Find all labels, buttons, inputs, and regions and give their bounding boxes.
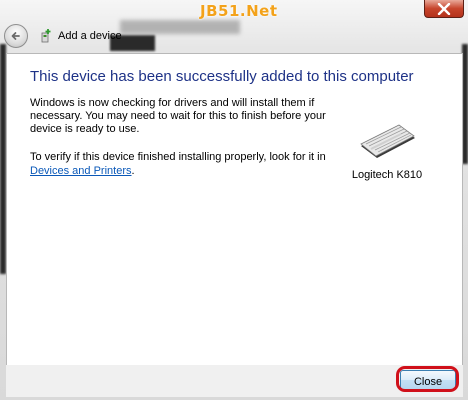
add-device-icon xyxy=(41,29,51,43)
back-arrow-icon xyxy=(11,32,20,40)
background-fragment xyxy=(120,20,240,34)
keyboard-icon xyxy=(360,124,415,158)
status-text: Windows is now checking for drivers and … xyxy=(30,97,326,135)
devices-and-printers-link[interactable]: Devices and Printers xyxy=(30,165,132,178)
window-title: Add a device xyxy=(58,30,122,42)
verify-text-suffix: . xyxy=(131,165,135,177)
dialog-footer xyxy=(6,365,463,397)
back-button[interactable] xyxy=(4,24,28,48)
page-heading: This device has been successfully added … xyxy=(30,68,414,85)
device-tile: Logitech K810 xyxy=(347,124,427,181)
verify-text: To verify if this device finished instal… xyxy=(30,151,340,178)
watermark-text: JB51.Net xyxy=(200,2,278,20)
navigation-bar: Add a device xyxy=(4,24,122,48)
verify-text-prefix: To verify if this device finished instal… xyxy=(30,151,326,163)
content-panel: This device has been successfully added … xyxy=(6,53,463,367)
close-button[interactable]: Close xyxy=(400,370,456,390)
window-close-button[interactable] xyxy=(424,0,464,18)
close-icon xyxy=(437,2,451,15)
device-name: Logitech K810 xyxy=(351,169,423,181)
